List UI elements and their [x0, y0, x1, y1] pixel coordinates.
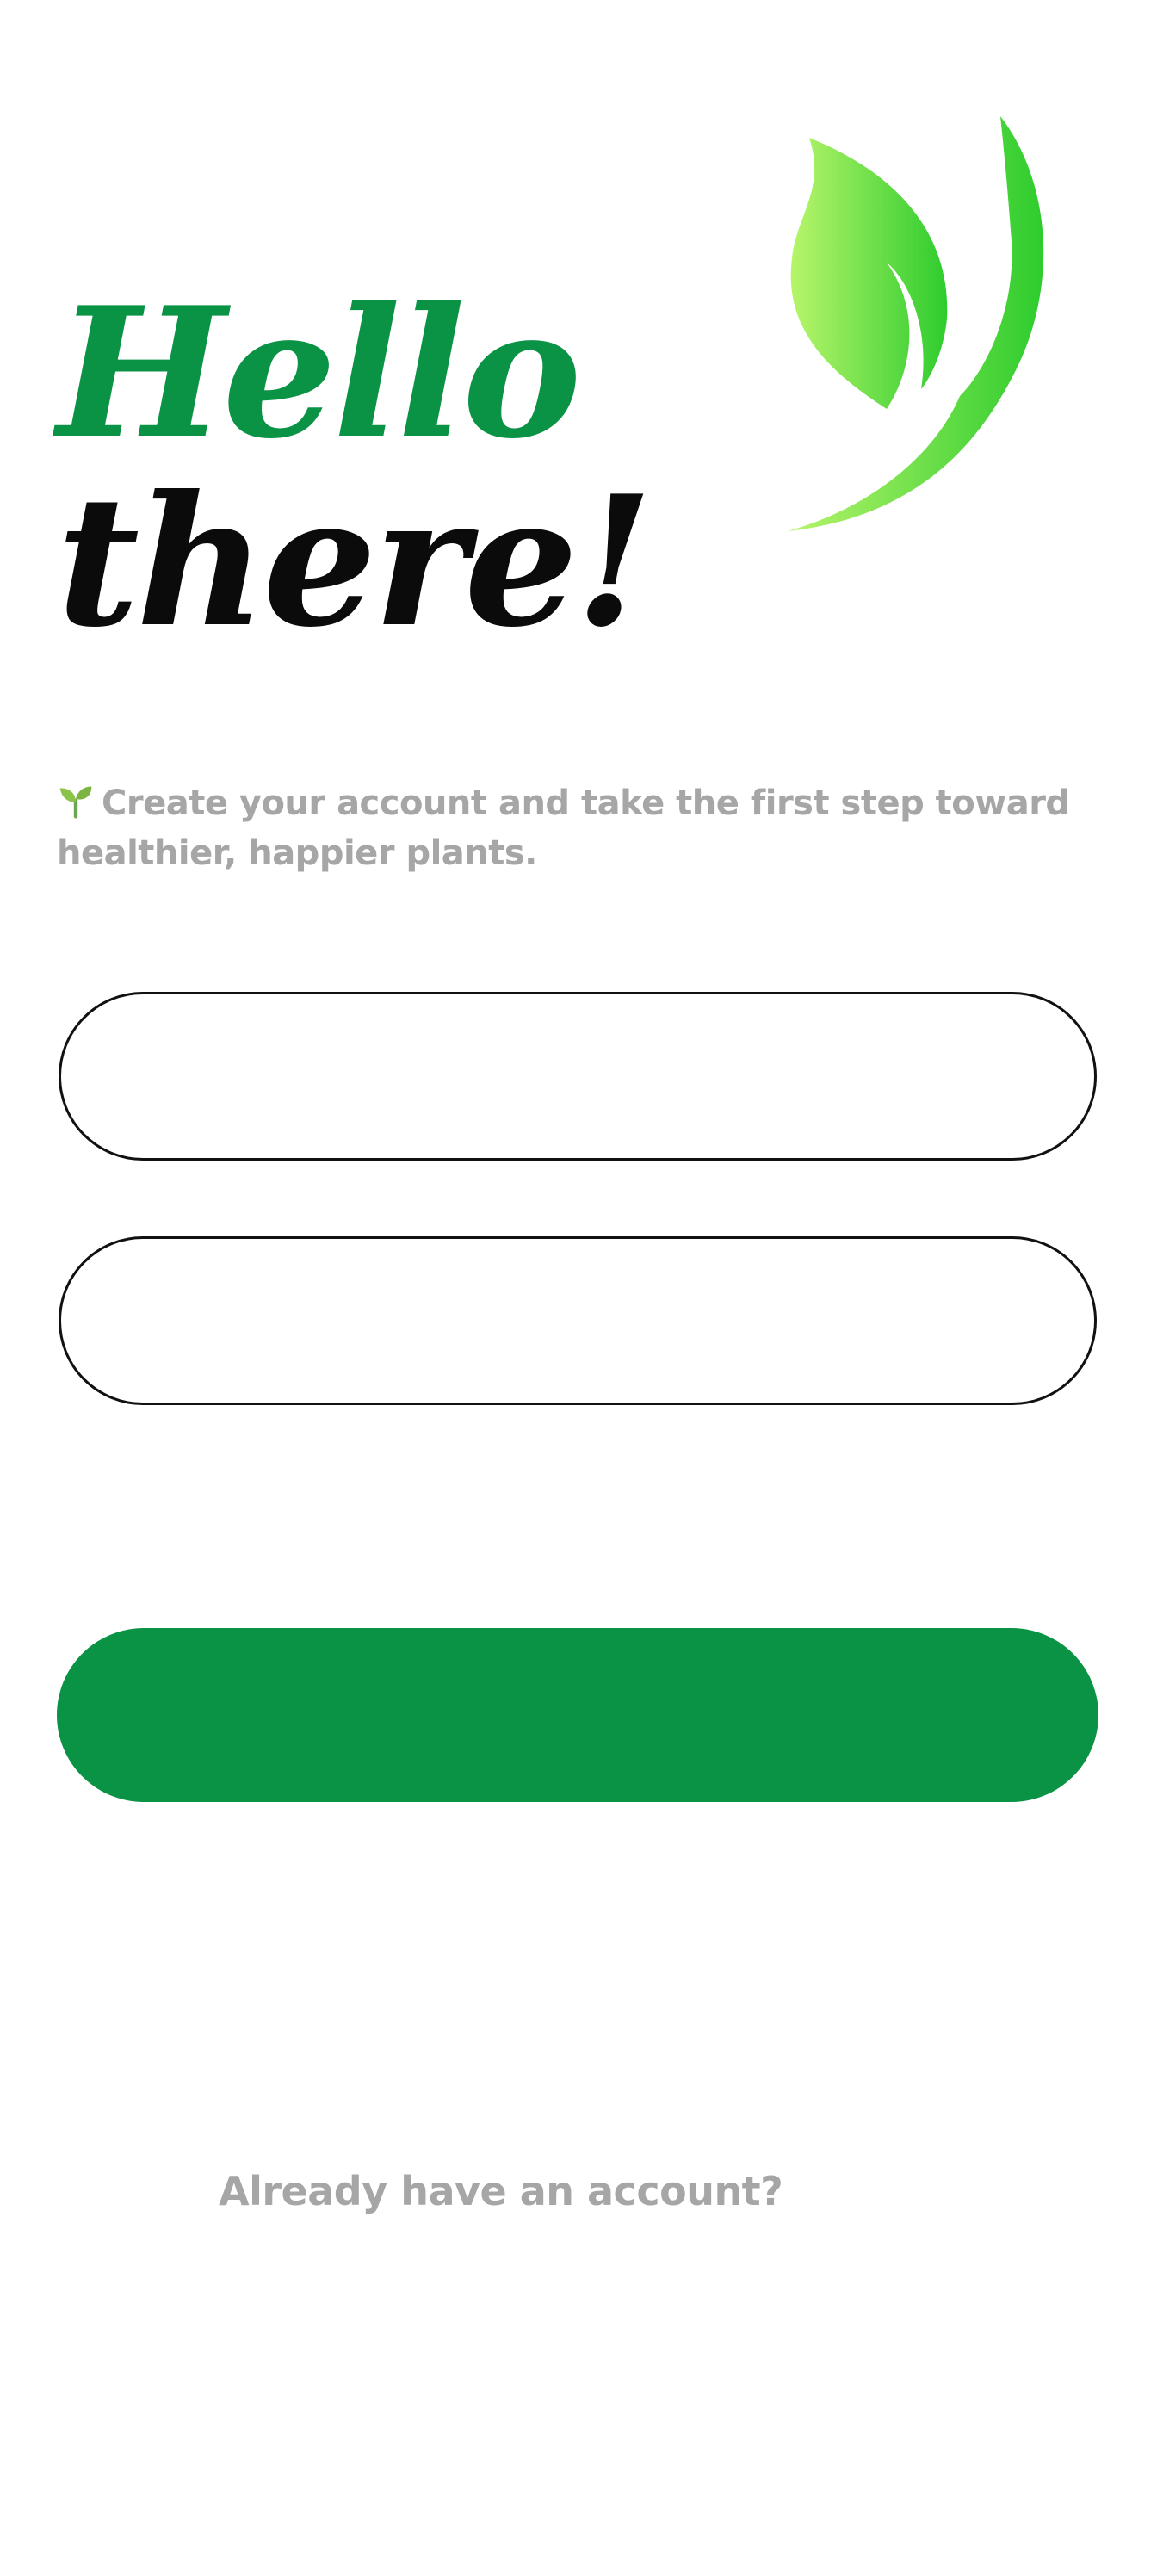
- leaf-logo-icon: [788, 116, 1044, 531]
- login-link[interactable]: Already have an account?: [219, 2165, 783, 2217]
- intro-text: Create your account and take the first s…: [57, 778, 1090, 878]
- sprout-icon: [59, 786, 92, 819]
- page-title: Hello there!: [57, 269, 653, 667]
- signup-field-1[interactable]: [59, 992, 1097, 1161]
- title-line-hello: Hello: [57, 269, 582, 479]
- create-account-button[interactable]: [57, 1628, 1098, 1802]
- intro-text-content: Create your account and take the first s…: [57, 783, 1070, 873]
- title-line-there: there!: [57, 457, 653, 667]
- signup-field-2[interactable]: [59, 1236, 1097, 1405]
